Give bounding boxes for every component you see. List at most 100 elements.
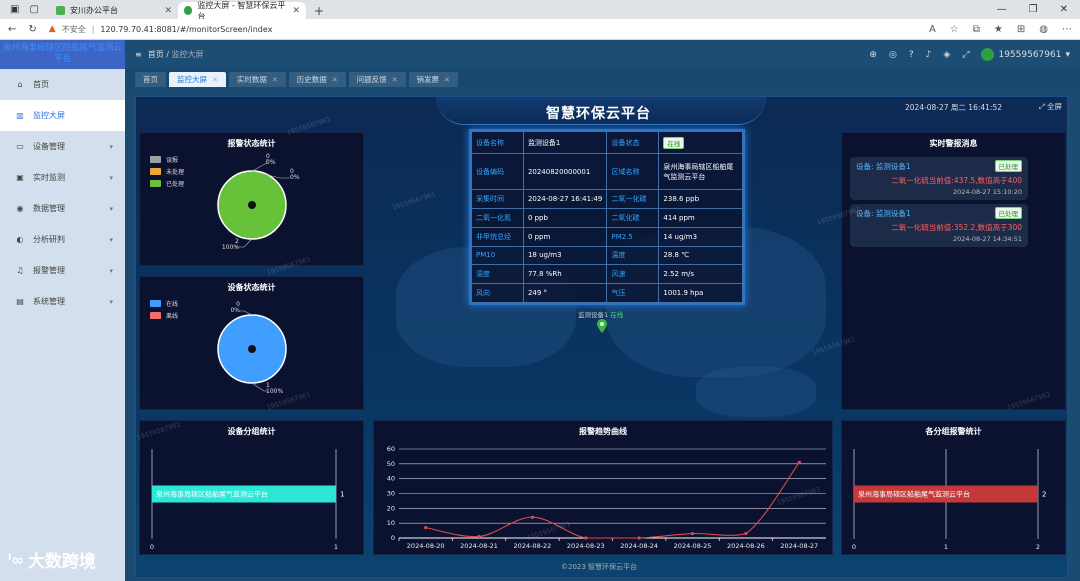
alarm-trend-panel: 报警趋势曲线 0 10 20 30 40 50 60 2024-08-20 2024-08-21… [373, 420, 833, 555]
fullscreen-icon[interactable]: ⤢ [962, 50, 969, 60]
pie-label-line [251, 159, 268, 172]
fullscreen-label: 全屏 [1047, 102, 1062, 111]
bell-icon[interactable]: ♪ [926, 50, 932, 60]
brand-text: 泉州海事局辖区船舶尾气监测云平台 [2, 43, 122, 64]
app-tab-label: 历史数据 [296, 75, 327, 84]
sidebar-item-0[interactable]: ⌂ 首页 [0, 69, 125, 100]
x-tick-label: 0 [852, 543, 856, 551]
close-icon[interactable]: ✕ [272, 76, 278, 84]
pie-data-label: 100% [222, 244, 239, 251]
bar-category-label: 泉州海事局辖区船舶尾气监测云平台 [156, 490, 268, 499]
home-icon: ⌂ [17, 80, 23, 89]
close-icon[interactable]: ✕ [444, 76, 450, 84]
app-tab-3[interactable]: 历史数据 ✕ [288, 72, 346, 87]
sidebar-item-5[interactable]: ◐ 分析研判 ▾ [0, 224, 125, 255]
site-favicon-icon [56, 6, 65, 15]
sidebar-item-7[interactable]: ▤ 系统管理 ▾ [0, 286, 125, 317]
more-icon[interactable]: ⋯ [1062, 24, 1072, 35]
database-icon: ◉ [16, 204, 24, 213]
sidebar-item-4[interactable]: ◉ 数据管理 ▾ [0, 193, 125, 224]
app-tab-0[interactable]: 首页 [135, 72, 166, 87]
x-tick-label: 2024-08-26 [727, 542, 765, 550]
app-tab-label: 首页 [143, 75, 158, 84]
split-screen-icon[interactable]: ⧉ [973, 24, 980, 35]
read-aloud-icon[interactable]: A [929, 24, 936, 35]
y-tick-label: 30 [387, 490, 395, 498]
favorite-icon[interactable]: ☆ [950, 24, 959, 35]
github-icon[interactable]: ◎ [889, 50, 897, 60]
app-tab-1[interactable]: 监控大屏 ✕ [169, 72, 226, 87]
info-key: 非甲烷总烃 [471, 226, 524, 247]
y-tick-label: 40 [387, 475, 395, 483]
breadcrumb: 首页 / 监控大屏 [148, 49, 204, 60]
app-tab-2[interactable]: 实时数据 ✕ [228, 72, 286, 87]
chevron-down-icon: ▾ [109, 266, 113, 275]
app-tab-4[interactable]: 问题反馈 ✕ [348, 72, 406, 87]
info-key: 温度 [606, 245, 660, 266]
x-tick-label: 2024-08-27 [780, 542, 818, 550]
close-icon[interactable]: ✕ [332, 76, 338, 84]
app-tab-5[interactable]: 销发票 ✕ [408, 72, 458, 87]
minimize-icon[interactable]: — [997, 4, 1007, 15]
x-tick-label: 1 [944, 543, 948, 551]
sidebar-item-1[interactable]: ▥ 监控大屏 [0, 100, 125, 131]
sidebar-item-label: 系统管理 [33, 297, 65, 306]
pie-data-label: 0% [266, 159, 276, 166]
hamburger-icon[interactable]: ≡ [135, 50, 142, 59]
info-key: 湿度 [471, 264, 524, 285]
window-controls: — ❐ ✕ [997, 0, 1080, 19]
map-marker-label: 监测设备1 在线 [578, 309, 623, 319]
fullscreen-icon: ⤢ [1038, 102, 1047, 111]
marker-status: 在线 [610, 311, 624, 319]
info-value: 0 ppb [522, 207, 608, 228]
close-icon[interactable]: ✕ [292, 6, 300, 16]
breadcrumb-home[interactable]: 首页 [148, 50, 164, 59]
layout-icon[interactable]: ◈ [943, 50, 950, 60]
corner-logo: ᑊ∞ 大数跨境 [8, 547, 96, 573]
close-window-icon[interactable]: ✕ [1060, 4, 1068, 15]
collections-icon[interactable]: ⊞ [1017, 24, 1025, 35]
browser-tab-1[interactable]: 安川办公平台 ✕ [50, 2, 178, 19]
pie-data-label: 100% [266, 388, 283, 395]
status-badge: 已处理 [994, 207, 1022, 219]
sidebar-item-6[interactable]: ♫ 报警管理 ▾ [0, 255, 125, 286]
map-pin-icon[interactable] [597, 319, 607, 333]
chevron-down-icon: ▾ [109, 204, 113, 213]
x-tick-label: 2024-08-22 [514, 542, 552, 550]
browser-tab-2[interactable]: 监控大屏 - 智慧环保云平台 ✕ [178, 1, 306, 21]
alarm-card[interactable]: 设备: 监测设备1 已处理 二氧一化硫当前值:437.5,数值高于400 2024-0… [850, 157, 1028, 200]
info-value: 28.8 ℃ [658, 245, 743, 266]
sidebar-item-3[interactable]: ▣ 实时监测 ▾ [0, 162, 125, 193]
favorites-list-icon[interactable]: ★ [994, 24, 1003, 35]
info-key: 气压 [606, 283, 660, 303]
help-icon[interactable]: ? [909, 50, 914, 60]
info-value: 在线 [658, 130, 743, 155]
url-field[interactable]: ▲ 不安全 | 120.79.70.41:8081/#/monitorScree… [49, 24, 273, 35]
device-info-card: 设备名称 监测设备1 设备状态 在线 设备编码 20240820000001 区域名称 泉州海… [469, 129, 745, 305]
lock-icon[interactable]: ⊕ [869, 50, 877, 60]
chevron-down-icon: ▾ [109, 297, 113, 306]
pie-data-label: 0% [290, 174, 300, 181]
sidebar-item-2[interactable]: ▭ 设备管理 ▾ [0, 131, 125, 162]
restore-icon[interactable]: ❐ [1029, 4, 1038, 15]
alarm-card[interactable]: 设备: 监测设备1 已处理 二氧一化硫当前值:352.2,数值高于300 2024-0… [850, 204, 1028, 247]
extension-icon[interactable]: ◍ [1039, 24, 1048, 35]
data-point [424, 526, 428, 530]
back-icon[interactable]: ← [8, 24, 16, 35]
user-menu[interactable]: 19559567961 ▾ [981, 48, 1070, 61]
close-icon[interactable]: ✕ [164, 6, 172, 16]
profile-icon[interactable]: ▣ [10, 4, 19, 15]
group-alarm-panel: 各分组报警统计 0 1 2 泉州海事局辖区船舶尾气监测云平台 2 [841, 420, 1066, 555]
app-sidebar: 泉州海事局辖区船舶尾气监测云平台 ⌂ 首页 ▥ 监控大屏 ▭ 设备管理 ▾ ▣ 实时监测 ▾ ◉ 数据… [0, 40, 125, 581]
browser-left-controls: ▣ ▢ [0, 0, 50, 19]
tab-list-icon[interactable]: ▢ [29, 4, 38, 15]
close-icon[interactable]: ✕ [392, 76, 398, 84]
close-icon[interactable]: ✕ [212, 76, 218, 84]
info-key: 设备状态 [606, 130, 660, 155]
fullscreen-button[interactable]: ⤢ 全屏 [1039, 101, 1062, 112]
sidebar-item-label: 监控大屏 [33, 111, 65, 120]
security-label: 不安全 [61, 24, 86, 34]
pie-center [248, 345, 256, 353]
new-tab-button[interactable]: + [306, 2, 332, 19]
reload-icon[interactable]: ↻ [28, 24, 36, 35]
